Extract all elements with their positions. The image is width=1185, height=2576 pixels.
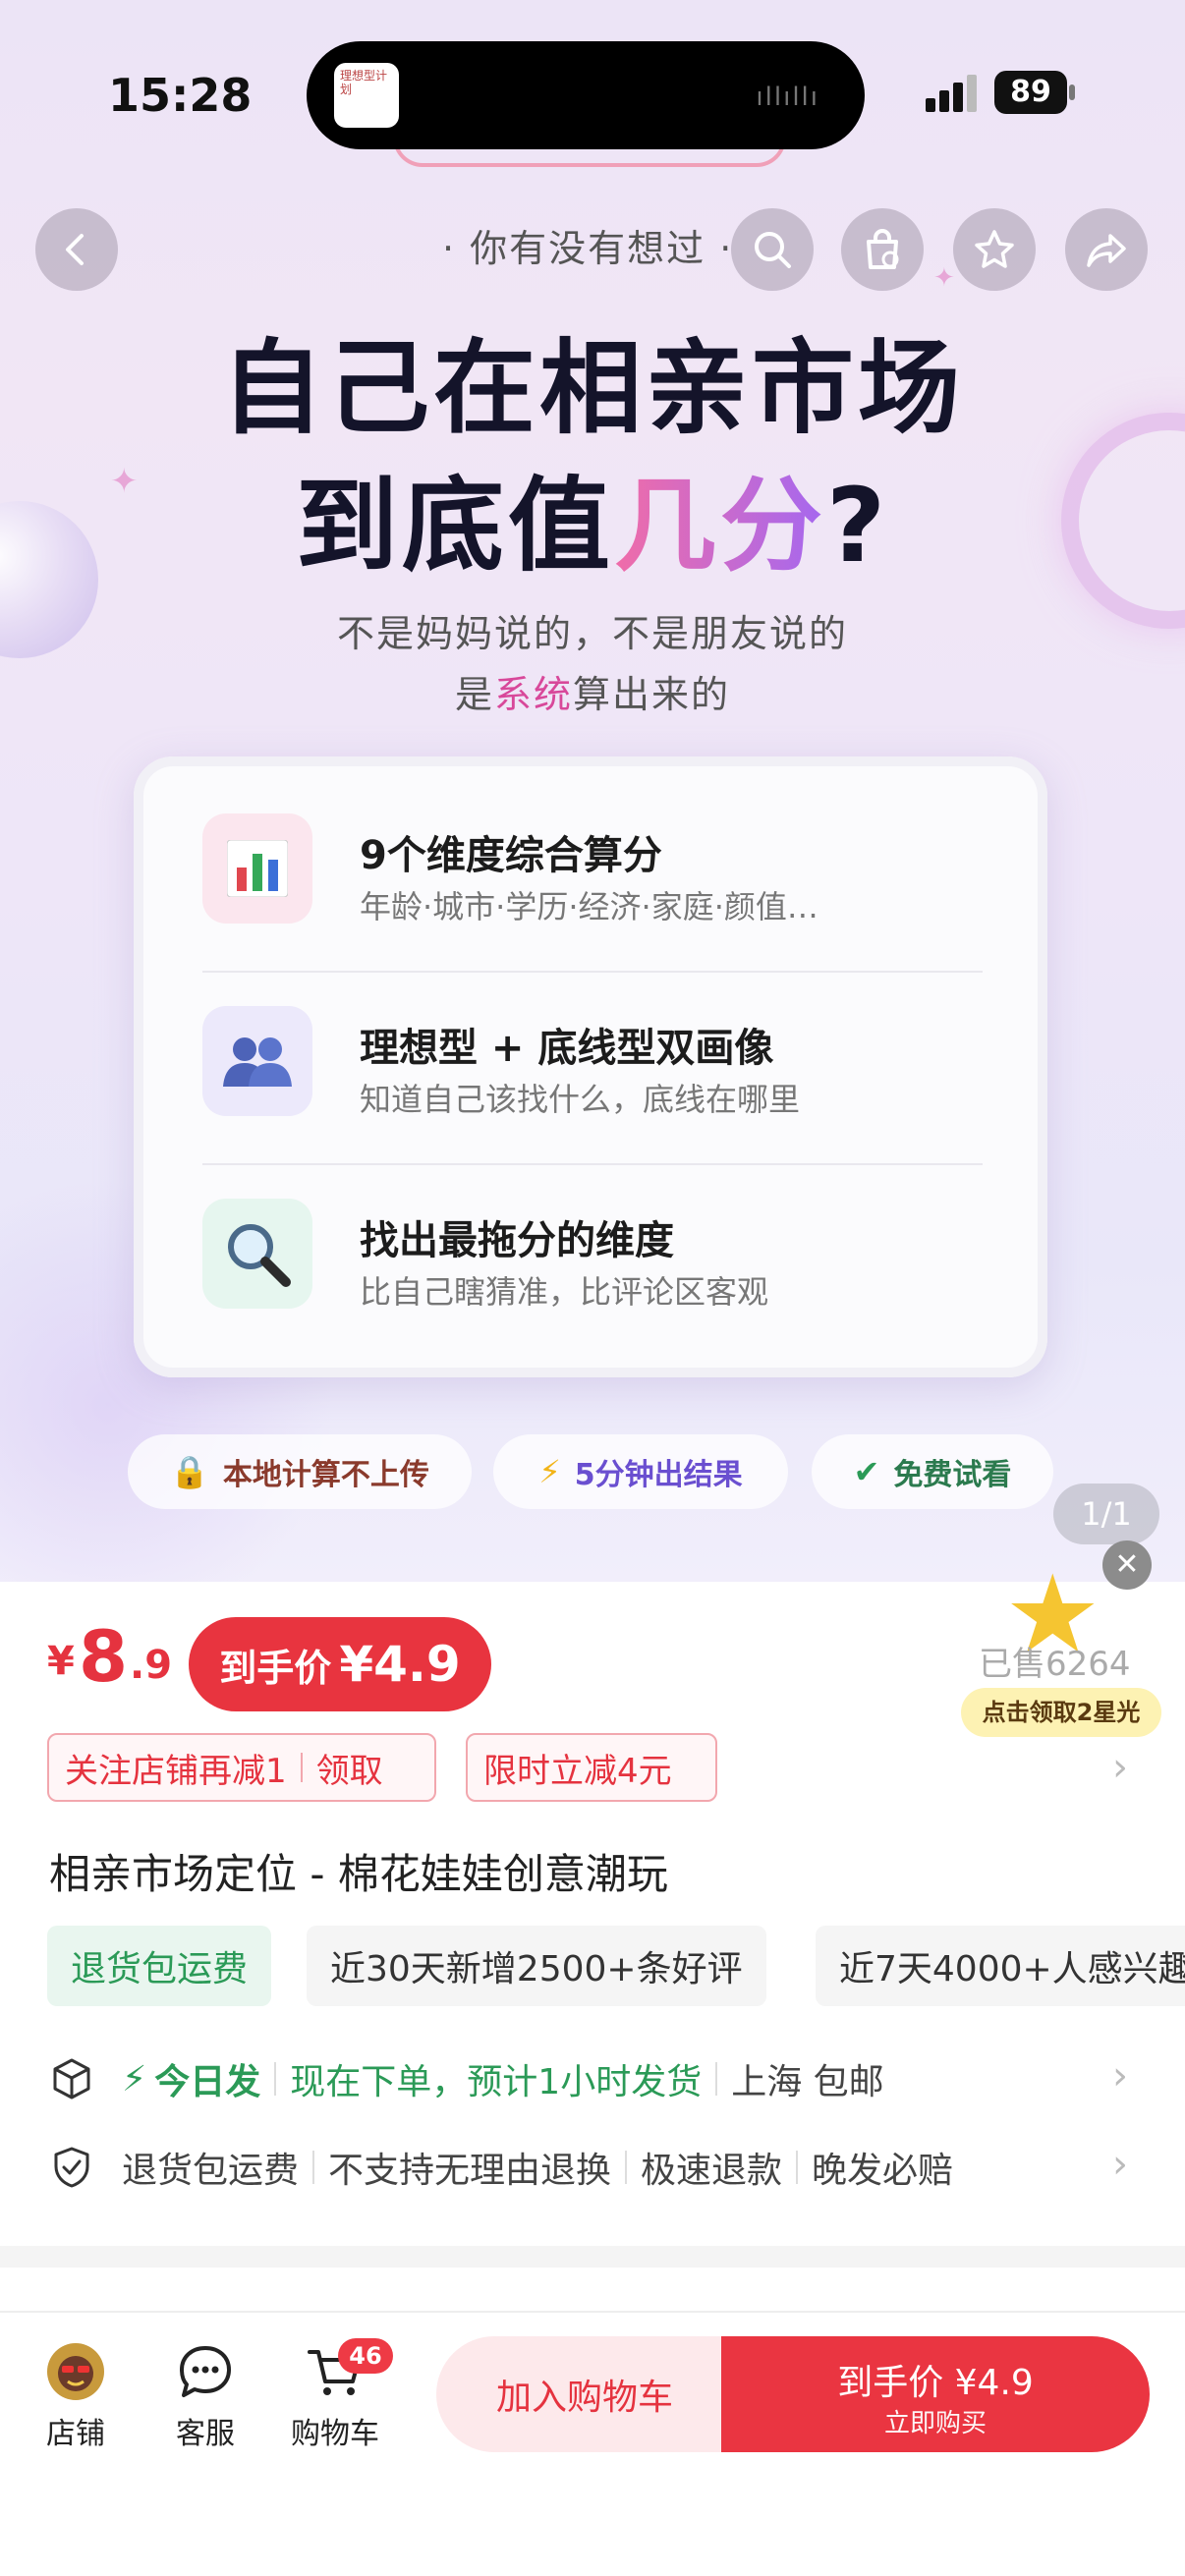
shopping-bag-icon — [867, 229, 899, 269]
ship-origin: 上海 包邮 — [731, 2062, 884, 2102]
sparkle-icon: ✦ — [933, 263, 955, 293]
feature-desc: 比自己瞎猜准，比评论区客观 — [360, 1273, 769, 1311]
search-button[interactable] — [731, 208, 814, 291]
feature-desc: 年龄·城市·学历·经济·家庭·颜值… — [360, 888, 818, 925]
price-currency: ¥ — [47, 1639, 75, 1684]
feature-title: 9个维度综合算分 — [360, 833, 662, 878]
feature-title: 找出最拖分的维度 — [360, 1218, 674, 1263]
sold-count: 已售6264 — [979, 1645, 1131, 1684]
chip-local-compute: 🔒 本地计算不上传 — [128, 1434, 472, 1509]
shipping-row[interactable]: ⚡ 今日发 现在下单，预计1小时发货 上海 包邮 — [49, 2049, 1130, 2108]
favorite-button[interactable] — [953, 208, 1036, 291]
follow-shop-coupon[interactable]: 关注店铺再减1 领取 — [47, 1733, 436, 1802]
hero-question: · 你有没有想过 · — [442, 227, 734, 270]
customer-service-button[interactable]: 客服 — [151, 2338, 259, 2451]
service-guarantee-row[interactable]: 退货包运费 不支持无理由退换 极速退款 晚发必赔 — [49, 2138, 1130, 2197]
service-item: 极速退款 — [641, 2151, 783, 2191]
feature-title: 理想型 + 底线型双画像 — [360, 1026, 774, 1071]
chip-five-minutes: ⚡ 5分钟出结果 — [493, 1434, 788, 1509]
dynamic-island[interactable]: 理想型计划 ıllıllı — [307, 41, 865, 149]
chevron-right-icon[interactable]: › — [1112, 2142, 1128, 2187]
two-people-icon — [202, 1006, 312, 1116]
signal-icon — [926, 75, 977, 112]
final-price-badge: 到手价 ¥4.9 — [189, 1617, 491, 1711]
share-button[interactable] — [1065, 208, 1148, 291]
check-icon: ✔ — [853, 1453, 880, 1490]
feature-item: 找出最拖分的维度 比自己瞎猜准，比评论区客观 — [202, 1161, 988, 1348]
service-item: 晚发必赔 — [812, 2151, 954, 2191]
buy-now-button[interactable]: 到手价 ¥4.9 立即购买 — [721, 2336, 1150, 2452]
tag-return-shipping[interactable]: 退货包运费 — [47, 1926, 272, 2006]
star-outline-icon — [975, 230, 1014, 268]
buy-now-price: 到手价 ¥4.9 — [837, 2363, 1034, 2403]
buy-now-label: 立即购买 — [883, 2409, 987, 2438]
close-star-popup-button[interactable]: ✕ — [1102, 1540, 1152, 1590]
chevron-right-icon[interactable]: › — [1112, 2053, 1128, 2099]
service-item: 不支持无理由退换 — [328, 2151, 612, 2191]
hero-subtitle-line2: 是系统算出来的 — [454, 673, 731, 716]
island-app-thumbnail: 理想型计划 — [334, 63, 399, 128]
cart-count-badge: 46 — [338, 2338, 393, 2374]
lightning-icon: ⚡ — [122, 2058, 147, 2100]
price-integer: 8 — [79, 1615, 129, 1698]
battery-tip — [1069, 84, 1075, 100]
bar-chart-icon — [202, 813, 312, 924]
ship-today-label: 今日发 — [154, 2062, 261, 2102]
chevron-left-icon — [66, 234, 84, 265]
service-item: 退货包运费 — [122, 2151, 300, 2191]
product-title: 相亲市场定位 - 棉花娃娃创意潮玩 — [49, 1850, 668, 1898]
limited-discount-coupon[interactable]: 限时立减4元 — [466, 1733, 717, 1802]
shop-avatar-icon — [47, 2343, 104, 2400]
hero-subtitle-line1: 不是妈妈说的，不是朋友说的 — [336, 612, 848, 655]
feature-card: 9个维度综合算分 年龄·城市·学历·经济·家庭·颜值… 理想型 + 底线型双画像… — [134, 756, 1047, 1377]
chat-bubble-icon — [180, 2346, 231, 2397]
lightning-icon: ⚡ — [538, 1453, 561, 1490]
feature-item: 理想型 + 底线型双画像 知道自己该找什么，底线在哪里 — [202, 969, 988, 1155]
bottom-bar-border — [0, 2311, 1185, 2313]
audio-wave-icon: ıllıllı — [756, 83, 819, 112]
share-arrow-icon — [1087, 234, 1126, 267]
claim-star-tip[interactable]: 点击领取2星光 — [961, 1688, 1161, 1737]
chip-free-preview: ✔ 免费试看 — [812, 1434, 1053, 1509]
package-icon — [53, 2058, 90, 2100]
feature-desc: 知道自己该找什么，底线在哪里 — [360, 1081, 801, 1118]
tag-new-reviews[interactable]: 近30天新增2500+条好评 — [307, 1926, 766, 2006]
battery-icon: 89 — [994, 71, 1067, 114]
section-divider — [0, 2246, 1185, 2268]
hero-title-line1: 自己在相亲市场 — [220, 328, 964, 448]
status-time: 15:28 — [108, 69, 253, 122]
tag-interest[interactable]: 近7天4000+人感兴趣 — [816, 1926, 1185, 2006]
add-to-cart-button[interactable]: 加入购物车 — [436, 2336, 733, 2452]
claim-coupon-button[interactable]: 领取 — [316, 1744, 383, 1792]
shield-check-icon — [54, 2147, 89, 2188]
shop-bag-button[interactable] — [841, 208, 924, 291]
image-pager: 1/1 — [1053, 1484, 1159, 1544]
ship-estimate: 现在下单，预计1小时发货 — [290, 2062, 703, 2102]
hero-title-line2: 到底值几分? — [295, 466, 890, 586]
search-icon — [755, 232, 791, 268]
back-button[interactable] — [35, 208, 118, 291]
price-decimal: .9 — [130, 1643, 173, 1688]
magnifier-icon — [202, 1199, 312, 1309]
shop-tab-button[interactable]: 店铺 — [22, 2338, 130, 2451]
lock-icon: 🔒 — [170, 1453, 209, 1490]
chevron-right-icon[interactable]: › — [1112, 1745, 1128, 1790]
feature-item: 9个维度综合算分 年龄·城市·学历·经济·家庭·颜值… — [202, 776, 988, 963]
